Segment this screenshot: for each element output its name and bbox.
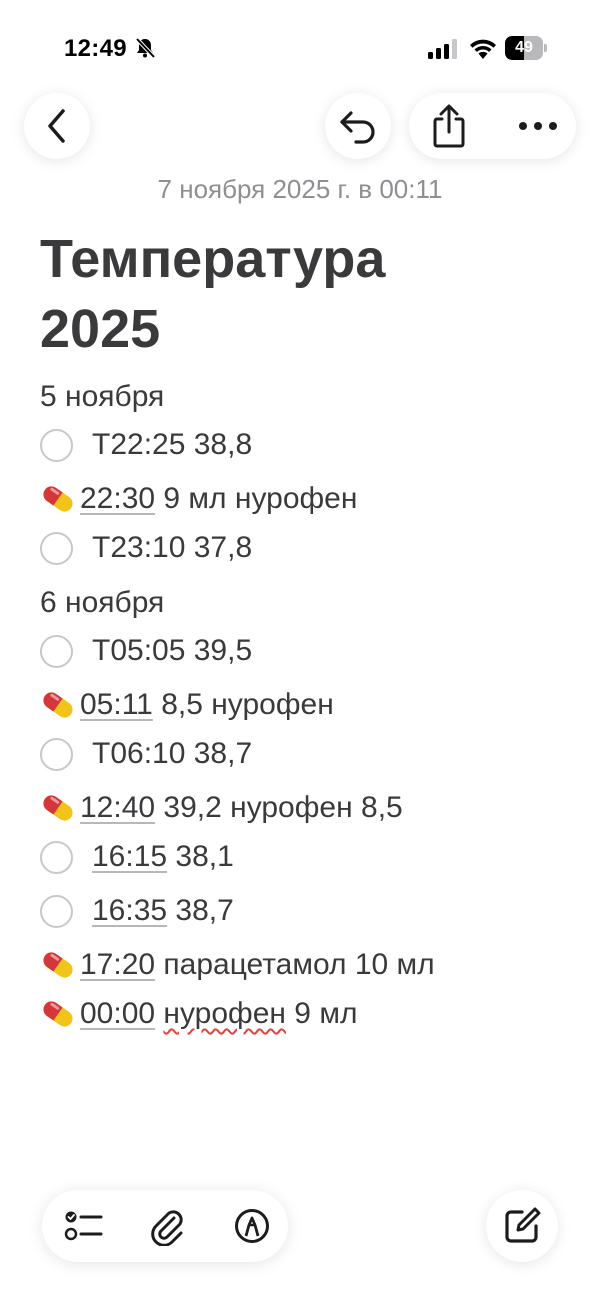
time-link[interactable]: 17:20 bbox=[80, 948, 155, 981]
chevron-left-icon bbox=[48, 109, 65, 143]
checklist-item[interactable]: Т23:10 37,8 bbox=[92, 528, 252, 568]
undo-button[interactable] bbox=[325, 93, 391, 159]
new-note-button[interactable] bbox=[486, 1190, 558, 1262]
checkbox-circle[interactable] bbox=[40, 635, 73, 668]
time-link[interactable]: 16:35 bbox=[92, 894, 167, 927]
checkbox-circle[interactable] bbox=[40, 532, 73, 565]
checklist-item[interactable]: 16:15 38,1 bbox=[92, 837, 234, 877]
undo-icon bbox=[340, 111, 375, 144]
pill-icon bbox=[43, 795, 73, 821]
checklist-icon bbox=[64, 1211, 103, 1241]
time-link[interactable]: 12:40 bbox=[80, 791, 155, 824]
bottom-toolbar bbox=[42, 1190, 288, 1262]
cellular-signal-icon bbox=[428, 39, 457, 59]
time-link[interactable]: 05:11 bbox=[80, 688, 153, 721]
pill-icon bbox=[43, 1001, 73, 1027]
medication-entry[interactable]: 22:30 9 мл нурофен bbox=[80, 479, 357, 519]
battery-level: 49 bbox=[515, 39, 533, 56]
markup-pen-icon bbox=[235, 1209, 269, 1243]
note-title-line1: Температура bbox=[40, 229, 386, 289]
medication-entry[interactable]: 12:40 39,2 нурофен 8,5 bbox=[80, 788, 403, 828]
checklist-item[interactable]: Т05:05 39,5 bbox=[92, 631, 252, 671]
checkbox-circle[interactable] bbox=[40, 429, 73, 462]
checklist-item-text: 38,7 bbox=[167, 894, 234, 927]
medication-entry[interactable]: 00:00 нурофен 9 мл bbox=[80, 994, 357, 1034]
wifi-icon bbox=[470, 39, 496, 59]
back-button[interactable] bbox=[24, 93, 90, 159]
medication-text: парацетамол 10 мл bbox=[155, 948, 435, 981]
medication-text: 8,5 нурофен bbox=[152, 688, 334, 721]
checkbox-circle[interactable] bbox=[40, 738, 73, 771]
medication-text: 39,2 нурофен 8,5 bbox=[155, 791, 403, 824]
note-date: 7 ноября 2025 г. в 00:11 bbox=[157, 174, 443, 204]
paperclip-icon bbox=[151, 1210, 183, 1246]
checkbox-circle[interactable] bbox=[40, 841, 73, 874]
ellipsis-icon bbox=[519, 122, 557, 130]
checklist-item[interactable]: 16:35 38,7 bbox=[92, 891, 234, 931]
checklist-button[interactable] bbox=[54, 1190, 114, 1262]
date-heading[interactable]: 5 ноября bbox=[40, 377, 164, 417]
pill-icon bbox=[43, 486, 73, 512]
medication-entry[interactable]: 17:20 парацетамол 10 мл bbox=[80, 945, 435, 985]
bell-slash-icon bbox=[135, 37, 156, 59]
attach-button[interactable] bbox=[138, 1190, 198, 1262]
pill-icon bbox=[43, 692, 73, 718]
time-link[interactable]: 00:00 bbox=[80, 997, 155, 1030]
more-button[interactable] bbox=[507, 93, 569, 159]
medication-entry[interactable]: 05:11 8,5 нурофен bbox=[80, 685, 334, 725]
checkbox-circle[interactable] bbox=[40, 895, 73, 928]
date-heading[interactable]: 6 ноября bbox=[40, 583, 164, 623]
misspelled-word[interactable]: нурофен bbox=[163, 997, 286, 1030]
time-link[interactable]: 22:30 bbox=[80, 482, 155, 515]
compose-icon bbox=[505, 1207, 541, 1243]
checklist-item-text: 38,1 bbox=[167, 840, 234, 873]
checklist-item[interactable]: Т06:10 38,7 bbox=[92, 734, 252, 774]
markup-button[interactable] bbox=[222, 1190, 282, 1262]
note-actions-group bbox=[409, 93, 576, 159]
share-button[interactable] bbox=[423, 93, 475, 159]
note-title[interactable]: Температура 2025 bbox=[40, 224, 580, 364]
medication-text: 9 мл нурофен bbox=[155, 482, 358, 515]
medication-text: 9 мл bbox=[285, 997, 358, 1030]
status-time: 12:49 bbox=[64, 35, 127, 62]
share-icon bbox=[433, 104, 465, 148]
pill-icon bbox=[43, 952, 73, 978]
time-link[interactable]: 16:15 bbox=[92, 840, 167, 873]
note-title-line2: 2025 bbox=[40, 299, 161, 359]
checklist-item[interactable]: Т22:25 38,8 bbox=[92, 425, 252, 465]
battery-icon: 49 bbox=[505, 36, 547, 60]
status-bar: 12:49 49 bbox=[0, 0, 600, 90]
